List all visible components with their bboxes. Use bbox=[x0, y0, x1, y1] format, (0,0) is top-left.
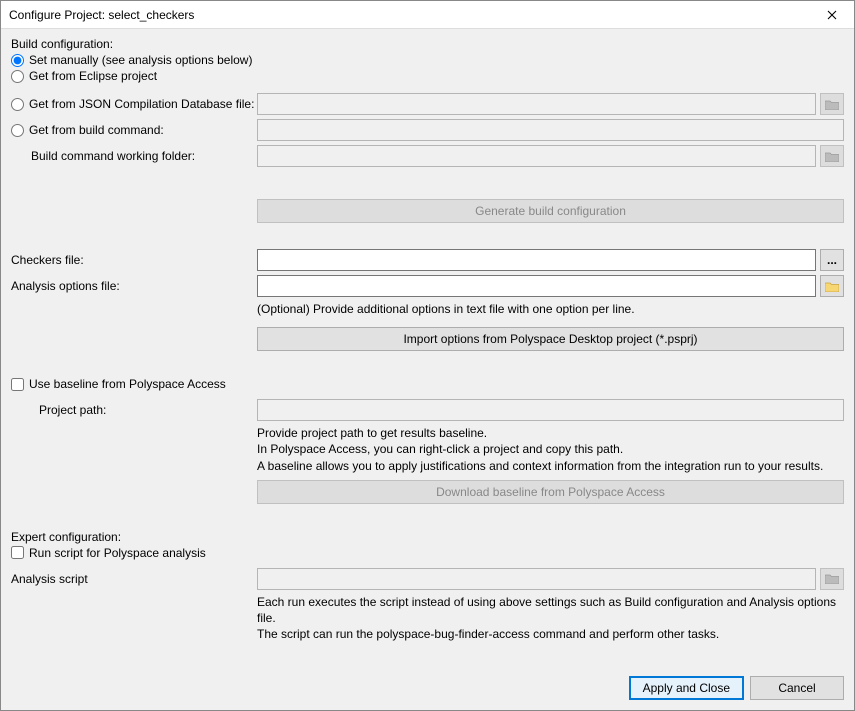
configure-project-dialog: Configure Project: select_checkers Build… bbox=[0, 0, 855, 711]
radio-json-db[interactable]: Get from JSON Compilation Database file: bbox=[11, 97, 254, 111]
radio-eclipse-input[interactable] bbox=[11, 70, 24, 83]
run-script-label: Run script for Polyspace analysis bbox=[29, 546, 206, 560]
generate-build-config-button: Generate build configuration bbox=[257, 199, 844, 223]
checkers-file-ellipsis-button[interactable]: ... bbox=[820, 249, 844, 271]
folder-icon bbox=[825, 151, 839, 162]
titlebar: Configure Project: select_checkers bbox=[1, 1, 854, 29]
dialog-footer: Apply and Close Cancel bbox=[1, 668, 854, 710]
dialog-content: Build configuration: Set manually (see a… bbox=[1, 29, 854, 668]
folder-icon bbox=[825, 99, 839, 110]
radio-json-db-label: Get from JSON Compilation Database file: bbox=[29, 97, 254, 111]
analysis-options-label: Analysis options file: bbox=[11, 279, 120, 293]
project-path-input bbox=[257, 399, 844, 421]
cancel-label: Cancel bbox=[778, 681, 815, 695]
analysis-options-browse-button[interactable] bbox=[820, 275, 844, 297]
baseline-hint-1: Provide project path to get results base… bbox=[257, 425, 844, 441]
apply-and-close-button[interactable]: Apply and Close bbox=[629, 676, 744, 700]
run-script-checkbox-input[interactable] bbox=[11, 546, 24, 559]
import-options-label: Import options from Polyspace Desktop pr… bbox=[403, 332, 697, 346]
expert-hint-2: The script can run the polyspace-bug-fin… bbox=[257, 626, 844, 642]
use-baseline-checkbox[interactable]: Use baseline from Polyspace Access bbox=[11, 377, 226, 391]
analysis-options-hint: (Optional) Provide additional options in… bbox=[257, 301, 635, 317]
radio-build-cmd-input[interactable] bbox=[11, 124, 24, 137]
baseline-hint-2: In Polyspace Access, you can right-click… bbox=[257, 441, 844, 457]
use-baseline-checkbox-input[interactable] bbox=[11, 378, 24, 391]
build-cmd-folder-label: Build command working folder: bbox=[31, 149, 195, 163]
radio-set-manually-input[interactable] bbox=[11, 54, 24, 67]
close-button[interactable] bbox=[812, 2, 852, 28]
radio-build-cmd[interactable]: Get from build command: bbox=[11, 123, 164, 137]
expert-hint-1: Each run executes the script instead of … bbox=[257, 594, 844, 626]
analysis-options-input[interactable] bbox=[257, 275, 816, 297]
run-script-checkbox[interactable]: Run script for Polyspace analysis bbox=[11, 546, 206, 560]
build-cmd-input bbox=[257, 119, 844, 141]
radio-eclipse-label: Get from Eclipse project bbox=[29, 69, 157, 83]
apply-and-close-label: Apply and Close bbox=[643, 681, 730, 695]
build-cmd-folder-browse-button bbox=[820, 145, 844, 167]
radio-build-cmd-label: Get from build command: bbox=[29, 123, 164, 137]
build-cmd-folder-input bbox=[257, 145, 816, 167]
radio-json-db-input[interactable] bbox=[11, 98, 24, 111]
project-path-label: Project path: bbox=[39, 403, 106, 417]
analysis-script-input bbox=[257, 568, 816, 590]
window-title: Configure Project: select_checkers bbox=[9, 8, 194, 22]
expert-config-header: Expert configuration: bbox=[11, 530, 121, 544]
close-icon bbox=[827, 10, 837, 20]
baseline-hint-3: A baseline allows you to apply justifica… bbox=[257, 458, 844, 474]
json-db-file-input bbox=[257, 93, 816, 115]
build-config-header: Build configuration: bbox=[11, 37, 113, 51]
radio-set-manually[interactable]: Set manually (see analysis options below… bbox=[11, 53, 252, 67]
import-options-button[interactable]: Import options from Polyspace Desktop pr… bbox=[257, 327, 844, 351]
download-baseline-button: Download baseline from Polyspace Access bbox=[257, 480, 844, 504]
ellipsis-label: ... bbox=[827, 253, 837, 267]
folder-icon bbox=[825, 281, 839, 292]
cancel-button[interactable]: Cancel bbox=[750, 676, 844, 700]
checkers-file-label: Checkers file: bbox=[11, 253, 84, 267]
checkers-file-input[interactable] bbox=[257, 249, 816, 271]
json-db-browse-button bbox=[820, 93, 844, 115]
use-baseline-label: Use baseline from Polyspace Access bbox=[29, 377, 226, 391]
analysis-script-label: Analysis script bbox=[11, 572, 88, 586]
download-baseline-label: Download baseline from Polyspace Access bbox=[436, 485, 665, 499]
radio-set-manually-label: Set manually (see analysis options below… bbox=[29, 53, 252, 67]
generate-build-config-label: Generate build configuration bbox=[475, 204, 626, 218]
folder-icon bbox=[825, 573, 839, 584]
radio-eclipse[interactable]: Get from Eclipse project bbox=[11, 69, 157, 83]
analysis-script-browse-button bbox=[820, 568, 844, 590]
